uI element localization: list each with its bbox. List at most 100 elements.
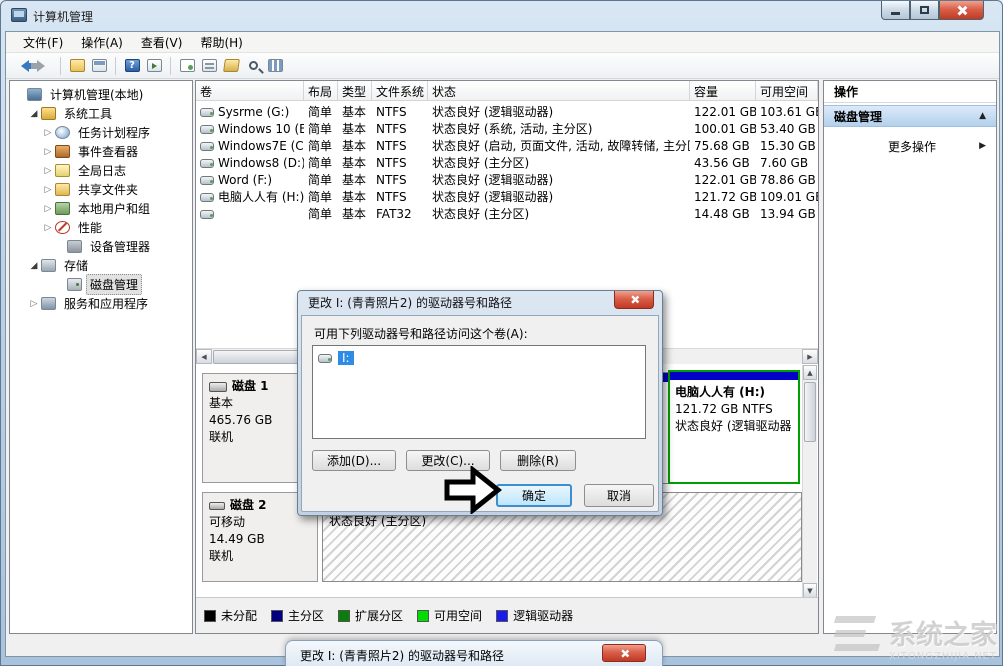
tree-item-local-users-groups[interactable]: ▷本地用户和组	[14, 199, 192, 218]
tree-item-computer-management[interactable]: 计算机管理(本地)	[14, 85, 192, 104]
volume-row-g[interactable]: Sysrme (G:) 简单 基本 NTFS 状态良好 (逻辑驱动器) 122.…	[196, 103, 804, 120]
vertical-scrollbar[interactable]: ▲ ▼	[802, 365, 817, 598]
bottom-dialog-title: 更改 I: (青青照片2) 的驱动器号和路径	[300, 647, 504, 664]
legend-swatch	[204, 610, 216, 622]
search-icon	[249, 61, 258, 70]
cancel-button[interactable]: 取消	[584, 484, 654, 507]
volume-row-e[interactable]: Windows 10 (E:) 简单 基本 NTFS 状态良好 (系统, 活动,…	[196, 120, 804, 137]
column-filesystem[interactable]: 文件系统	[372, 81, 428, 100]
scroll-up-icon[interactable]: ▲	[803, 365, 817, 380]
drive-letter-listbox[interactable]: I:	[312, 345, 646, 439]
tree-item-event-viewer[interactable]: ▷事件查看器	[14, 142, 192, 161]
shared-folders-icon	[55, 183, 70, 196]
volume-row-c[interactable]: Windows7E (C:) 简单 基本 NTFS 状态良好 (启动, 页面文件…	[196, 137, 804, 154]
minimize-button[interactable]	[881, 1, 910, 20]
volume-row-f[interactable]: Word (F:) 简单 基本 NTFS 状态良好 (逻辑驱动器) 122.01…	[196, 171, 804, 188]
maximize-button[interactable]	[910, 1, 939, 20]
column-free-space[interactable]: 可用空间	[756, 81, 818, 100]
more-actions-item[interactable]: 更多操作 ▶	[824, 135, 996, 157]
drive-icon	[318, 354, 332, 363]
tree-item-system-tools[interactable]: ◢系统工具	[14, 104, 192, 123]
tree-item-disk-management[interactable]: 磁盘管理	[14, 275, 192, 294]
drive-letter-item[interactable]: I:	[318, 351, 354, 365]
app-icon	[11, 8, 27, 22]
help-icon: ?	[125, 59, 140, 72]
properties-button[interactable]	[199, 56, 219, 76]
menu-action[interactable]: 操作(A)	[72, 32, 132, 53]
legend-logical: 逻辑驱动器	[496, 607, 573, 624]
volume-row-d[interactable]: Windows8 (D:) 简单 基本 NTFS 状态良好 (主分区) 43.5…	[196, 154, 804, 171]
column-status[interactable]: 状态	[428, 81, 690, 100]
console-window-icon	[92, 59, 107, 72]
column-volume[interactable]: 卷	[196, 81, 304, 100]
volume-icon	[200, 125, 214, 134]
search-button[interactable]	[243, 56, 263, 76]
tree-item-storage[interactable]: ◢存储	[14, 256, 192, 275]
export-list-icon	[70, 59, 85, 72]
computer-icon	[27, 88, 42, 101]
minimize-icon	[891, 12, 900, 15]
menu-help[interactable]: 帮助(H)	[191, 32, 251, 53]
close-icon	[630, 295, 639, 304]
console-window-button[interactable]	[89, 56, 109, 76]
close-button[interactable]	[939, 1, 984, 20]
tree-item-global-log[interactable]: ▷全局日志	[14, 161, 192, 180]
back-button[interactable]	[12, 56, 32, 76]
scroll-left-icon[interactable]: ◀	[196, 349, 212, 364]
close-icon	[620, 649, 629, 658]
partition-h[interactable]: 电脑人人有 (H:) 121.72 GB NTFS 状态良好 (逻辑驱动器	[668, 370, 800, 484]
tree-item-device-manager[interactable]: 设备管理器	[14, 237, 192, 256]
scroll-right-icon[interactable]: ▶	[802, 349, 818, 364]
dialog-label: 可用下列驱动器号和路径访问这个卷(A):	[314, 325, 528, 342]
column-type[interactable]: 类型	[338, 81, 372, 100]
dialog-title[interactable]: 更改 I: (青青照片2) 的驱动器号和路径	[298, 291, 662, 315]
show-console-button[interactable]	[144, 56, 164, 76]
export-list-button[interactable]	[67, 56, 87, 76]
volume-icon	[200, 108, 214, 117]
collapse-icon[interactable]: ▲	[979, 111, 986, 121]
tree-item-performance[interactable]: ▷性能	[14, 218, 192, 237]
volume-icon	[200, 193, 214, 202]
menu-file[interactable]: 文件(F)	[14, 32, 72, 53]
legend-swatch	[271, 610, 283, 622]
menu-view[interactable]: 查看(V)	[132, 32, 192, 53]
toolbar-separator	[60, 57, 61, 75]
help-button[interactable]: ?	[122, 56, 142, 76]
window-title: 计算机管理	[33, 8, 93, 25]
bottom-dialog-close-button[interactable]	[602, 644, 646, 662]
services-icon	[41, 297, 56, 310]
ok-button[interactable]: 确定	[496, 484, 572, 507]
maximize-icon	[920, 6, 929, 14]
open-folder-button[interactable]	[221, 56, 241, 76]
legend: 未分配 主分区 扩展分区 可用空间 逻辑驱动器	[196, 597, 818, 633]
scrollbar-thumb[interactable]	[804, 382, 816, 442]
remove-button[interactable]: 删除(R)	[500, 450, 576, 471]
volume-row-removable[interactable]: 简单 基本 FAT32 状态良好 (主分区) 14.48 GB 13.94 GB	[196, 205, 804, 222]
refresh-button[interactable]	[177, 56, 197, 76]
users-icon	[55, 202, 70, 215]
column-layout[interactable]: 布局	[304, 81, 338, 100]
actions-header: 操作	[824, 81, 996, 103]
scroll-down-icon[interactable]: ▼	[803, 583, 817, 598]
volume-row-h[interactable]: 电脑人人有 (H:) 简单 基本 NTFS 状态良好 (逻辑驱动器) 121.7…	[196, 188, 804, 205]
title-bar[interactable]: 计算机管理	[1, 1, 1002, 31]
volume-table-header: 卷 布局 类型 文件系统 状态 容量 可用空间	[196, 81, 818, 101]
tree-item-task-scheduler[interactable]: ▷任务计划程序	[14, 123, 192, 142]
toolbar-separator	[170, 57, 171, 75]
show-console-icon	[147, 59, 162, 72]
actions-group-disk-management[interactable]: 磁盘管理 ▲	[824, 105, 996, 127]
column-capacity[interactable]: 容量	[690, 81, 756, 100]
disk-management-icon	[67, 278, 82, 291]
forward-button[interactable]	[34, 56, 54, 76]
dialog-close-button[interactable]	[614, 291, 654, 309]
toolbar: ?	[6, 53, 999, 79]
menu-bar: 文件(F) 操作(A) 查看(V) 帮助(H)	[6, 32, 999, 53]
toolbar-separator	[115, 57, 116, 75]
bottom-dialog-fragment[interactable]: 更改 I: (青青照片2) 的驱动器号和路径	[285, 640, 663, 666]
tree-item-shared-folders[interactable]: ▷共享文件夹	[14, 180, 192, 199]
tree-item-services-applications[interactable]: ▷服务和应用程序	[14, 294, 192, 313]
add-button[interactable]: 添加(D)...	[312, 450, 396, 471]
storage-icon	[41, 259, 56, 272]
device-grid-button[interactable]	[265, 56, 285, 76]
annotation-arrow	[444, 466, 502, 514]
